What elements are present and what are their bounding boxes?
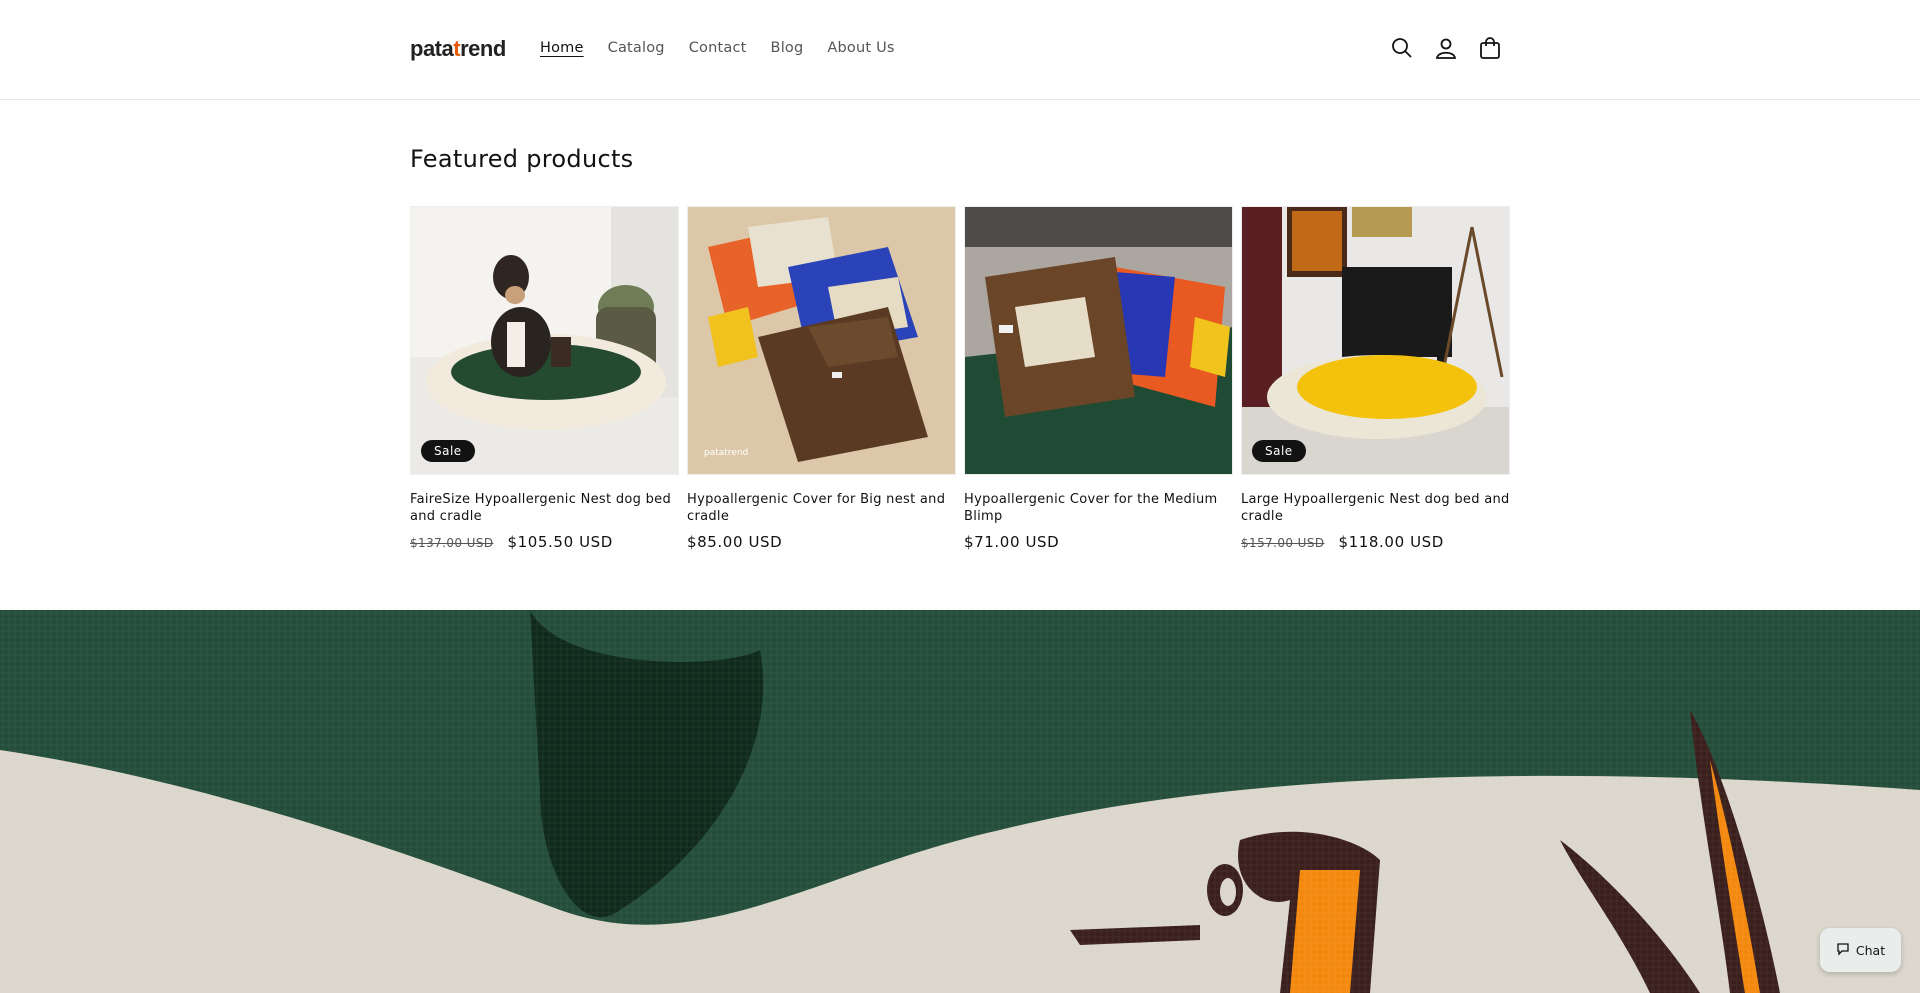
chat-label: Chat [1855,942,1886,958]
product-image[interactable]: Sale [1241,206,1510,475]
nav-about-us[interactable]: About Us [827,40,894,56]
product-image[interactable] [964,206,1233,475]
regular-price: $71.00 USD [964,533,1060,551]
search-icon[interactable] [1390,36,1414,60]
product-image[interactable]: patatrend [687,206,956,475]
chat-button[interactable]: Chat [1820,928,1901,972]
product-price: $71.00 USD [964,533,1233,551]
regular-price: $85.00 USD [687,533,783,551]
main-nav: Home Catalog Contact Blog About Us [540,40,919,56]
sale-price: $118.00 USD [1338,533,1444,551]
account-icon[interactable] [1434,36,1458,60]
sale-badge: Sale [421,440,475,462]
nav-blog[interactable]: Blog [771,40,804,56]
product-card[interactable]: Sale Large Hypoallergenic Nest dog bed a… [1241,206,1510,551]
product-card[interactable]: Hypoallergenic Cover for the Medium Blim… [964,206,1233,551]
cart-icon[interactable] [1478,36,1502,60]
section-title: Featured products [410,145,634,173]
product-price: $137.00 USD $105.50 USD [410,533,679,551]
product-card[interactable]: Sale FaireSize Hypoallergenic Nest dog b… [410,206,679,551]
sale-badge: Sale [1252,440,1306,462]
product-title[interactable]: FaireSize Hypoallergenic Nest dog bed an… [410,491,679,525]
old-price: $137.00 USD [410,536,494,550]
nav-catalog[interactable]: Catalog [608,40,665,56]
product-price: $157.00 USD $118.00 USD [1241,533,1510,551]
header-icons [1390,36,1502,60]
sale-price: $105.50 USD [507,533,613,551]
nav-contact[interactable]: Contact [689,40,747,56]
product-price: $85.00 USD [687,533,956,551]
site-header: patatrend Home Catalog Contact Blog Abou… [0,0,1920,100]
product-title[interactable]: Hypoallergenic Cover for the Medium Blim… [964,491,1233,525]
site-logo[interactable]: patatrend [410,36,506,62]
hero-banner-image [0,610,1920,993]
nav-home[interactable]: Home [540,40,584,56]
product-grid: Sale FaireSize Hypoallergenic Nest dog b… [410,206,1510,551]
product-image[interactable]: Sale [410,206,679,475]
product-card[interactable]: patatrend Hypoallergenic Cover for Big n… [687,206,956,551]
old-price: $157.00 USD [1241,536,1325,550]
product-title[interactable]: Hypoallergenic Cover for Big nest and cr… [687,491,956,525]
chat-icon [1836,942,1850,959]
image-watermark: patatrend [704,448,749,458]
product-title[interactable]: Large Hypoallergenic Nest dog bed and cr… [1241,491,1510,525]
